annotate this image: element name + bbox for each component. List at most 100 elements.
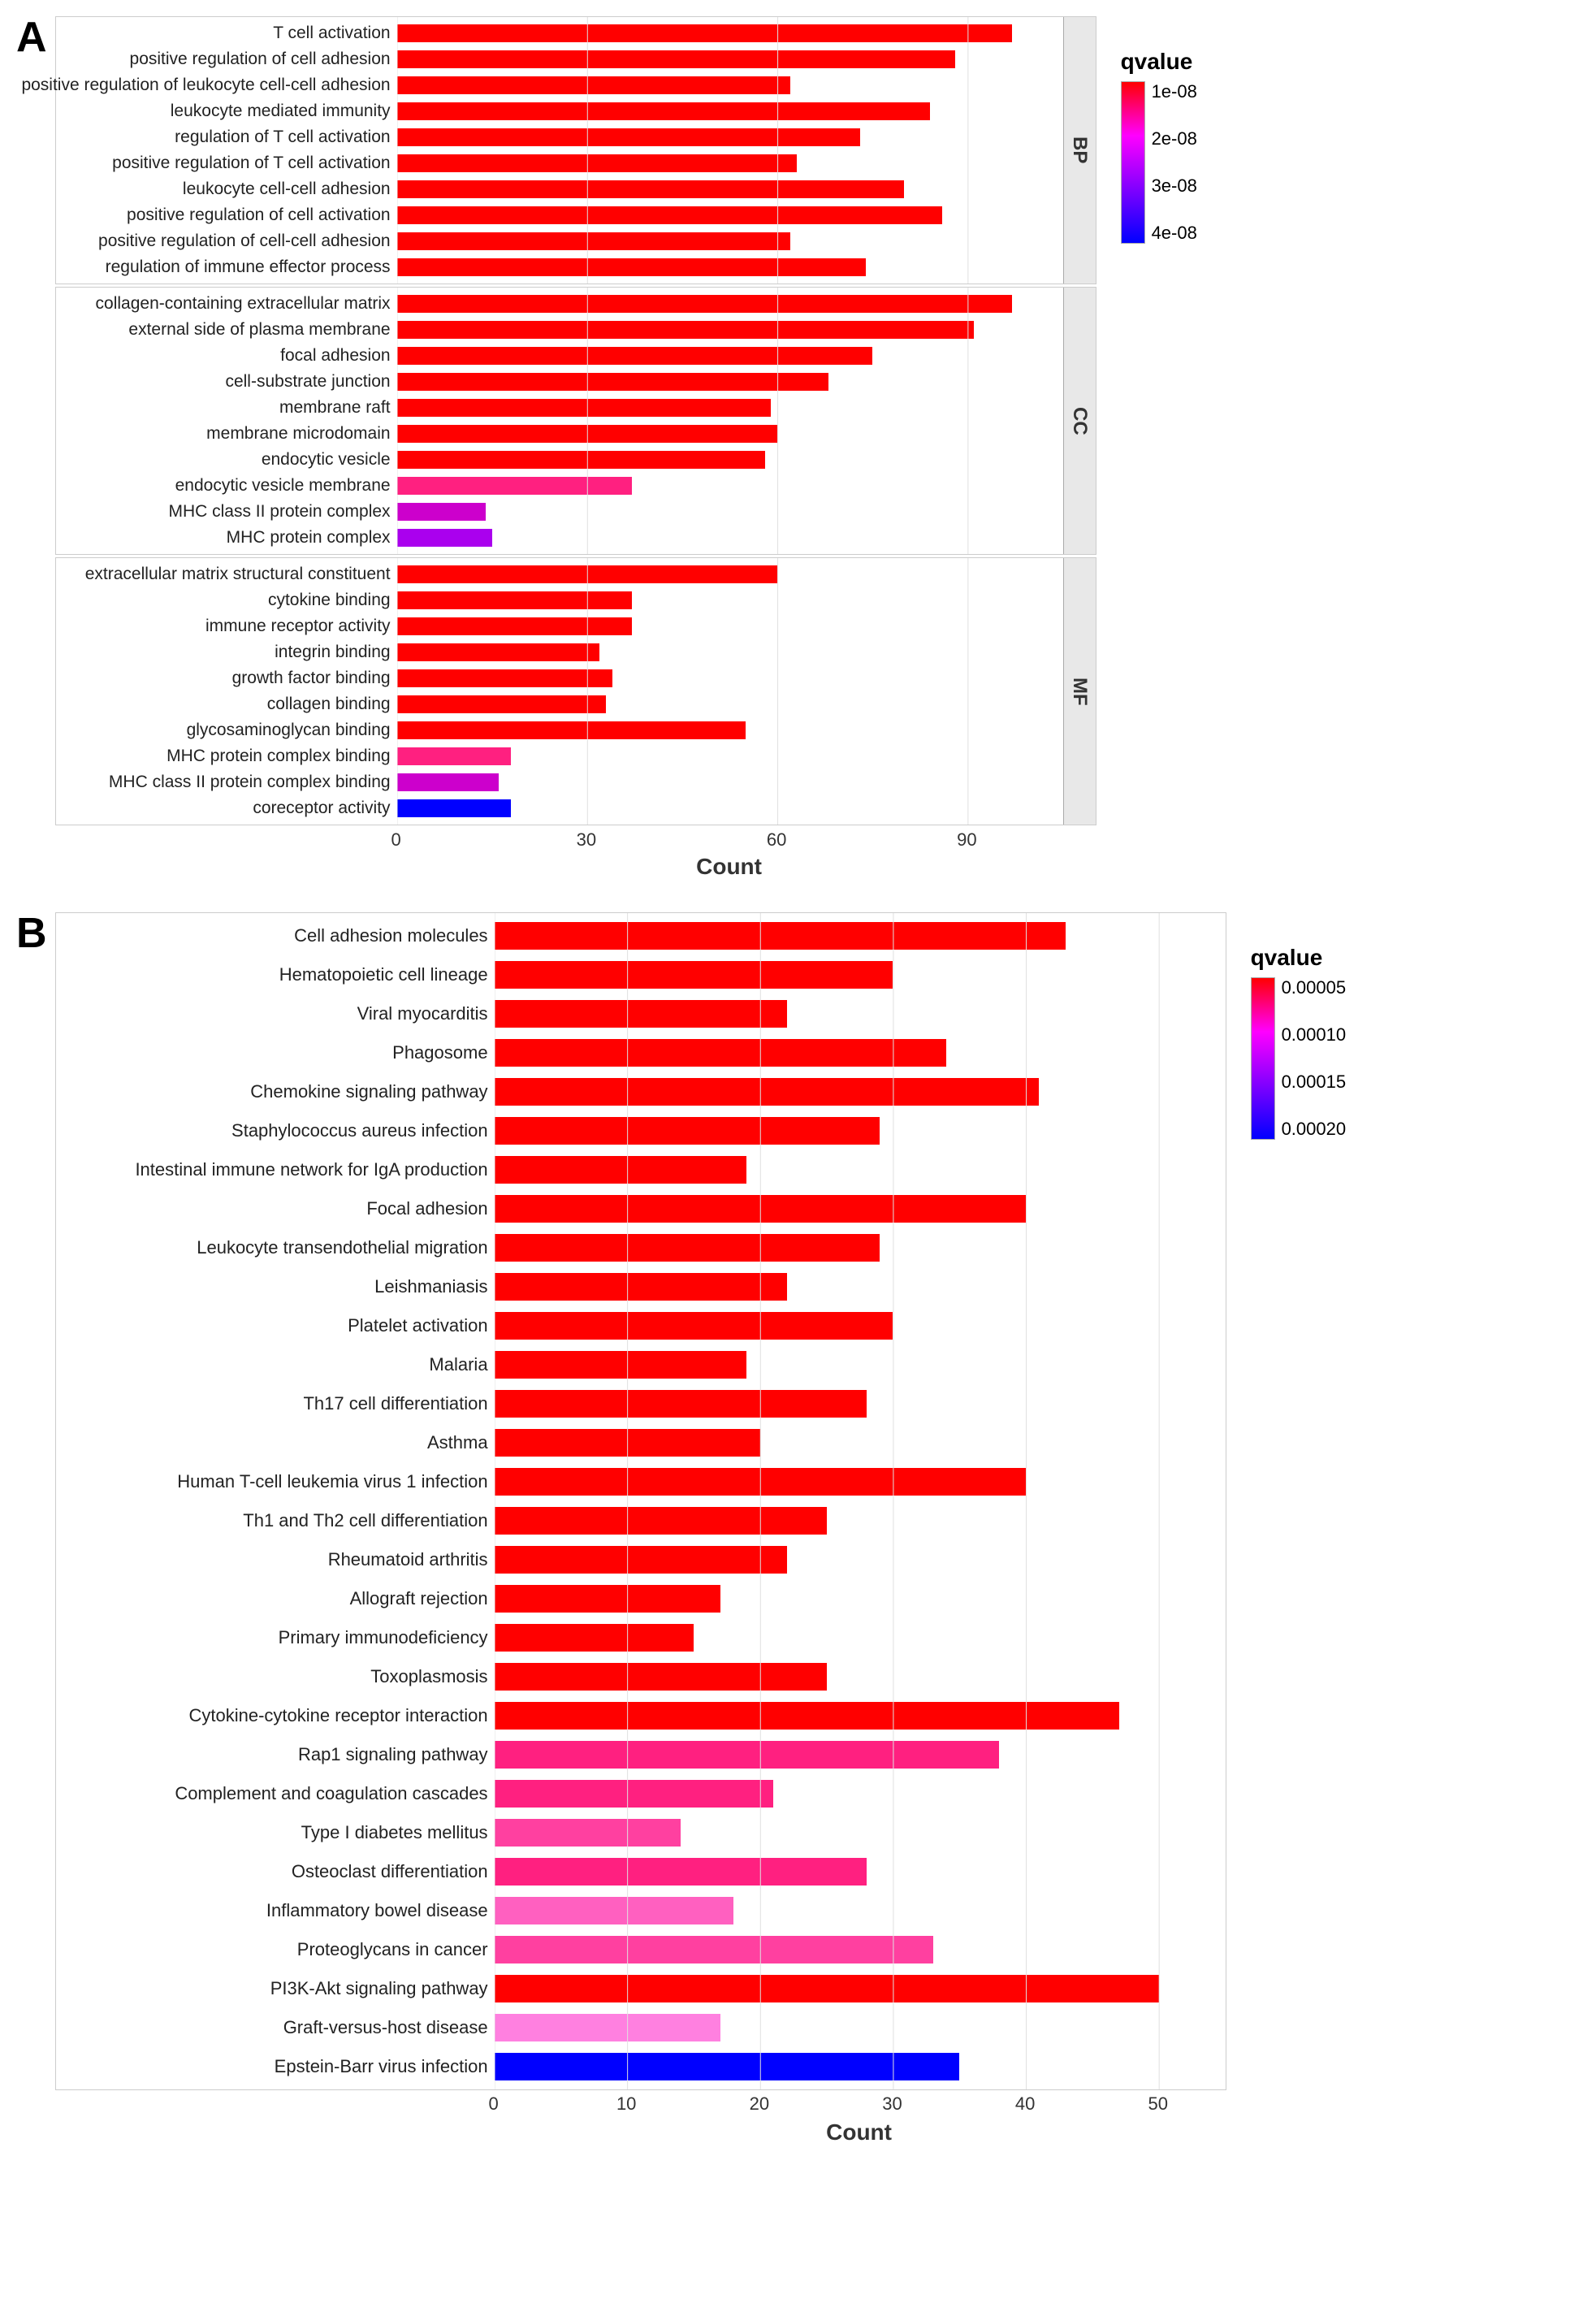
bar-row bbox=[495, 1813, 1226, 1852]
x-tick-label: 30 bbox=[577, 829, 596, 851]
bar bbox=[495, 2053, 960, 2080]
panel-b-legend-label-1: 0.00010 bbox=[1282, 1024, 1347, 1046]
y-label: Focal adhesion bbox=[366, 1189, 487, 1228]
bar bbox=[495, 1273, 787, 1301]
panel-a-chart-area: T cell activationpositive regulation of … bbox=[55, 16, 1580, 880]
bar bbox=[495, 1039, 946, 1067]
panel-a-legend-title: qvalue bbox=[1121, 49, 1193, 75]
bar bbox=[495, 1546, 787, 1574]
bar-row bbox=[397, 795, 1063, 821]
bar bbox=[397, 206, 943, 224]
panel-a-x-axis: 0306090Count bbox=[396, 828, 1062, 880]
bar bbox=[495, 1195, 1027, 1223]
bar bbox=[397, 477, 632, 495]
bar bbox=[397, 747, 512, 765]
bar bbox=[397, 50, 955, 68]
bar-row bbox=[397, 473, 1063, 499]
bar-row bbox=[397, 176, 1063, 202]
panel-a-legend-label-3: 4e-08 bbox=[1152, 223, 1197, 244]
y-label: Leukocyte transendothelial migration bbox=[197, 1228, 487, 1267]
y-labels-CC: collagen-containing extracellular matrix… bbox=[56, 288, 397, 554]
y-label: Osteoclast differentiation bbox=[292, 1852, 488, 1891]
bar-row bbox=[397, 691, 1063, 717]
panel-b-legend-label-2: 0.00015 bbox=[1282, 1072, 1347, 1093]
group-label-BP: BP bbox=[1063, 17, 1096, 284]
group-CC: collagen-containing extracellular matrix… bbox=[55, 287, 1096, 555]
panel-b-label: B bbox=[16, 912, 47, 955]
bar bbox=[495, 1117, 880, 1145]
bar bbox=[495, 1507, 827, 1535]
bar-row bbox=[495, 1618, 1226, 1657]
bar-row bbox=[495, 994, 1226, 1033]
y-label: Type I diabetes mellitus bbox=[301, 1813, 488, 1852]
bar-row bbox=[397, 202, 1063, 228]
bar-row bbox=[495, 1735, 1226, 1774]
bar-row bbox=[397, 343, 1063, 369]
y-label: collagen binding bbox=[267, 691, 391, 717]
bar-row bbox=[397, 228, 1063, 254]
bar-row bbox=[397, 639, 1063, 665]
y-label: extracellular matrix structural constitu… bbox=[85, 561, 391, 587]
y-label: MHC class II protein complex bbox=[168, 499, 390, 525]
bar-row bbox=[495, 1189, 1226, 1228]
group-label-MF: MF bbox=[1063, 558, 1096, 825]
y-label: integrin binding bbox=[275, 639, 390, 665]
bar-row bbox=[495, 1384, 1226, 1423]
bar bbox=[397, 102, 930, 120]
y-label: Complement and coagulation cascades bbox=[175, 1774, 487, 1813]
bar-row bbox=[495, 1306, 1226, 1345]
panel-b: B Cell adhesion moleculesHematopoietic c… bbox=[16, 912, 1580, 2145]
group-BP: T cell activationpositive regulation of … bbox=[55, 16, 1096, 284]
bar-row bbox=[397, 20, 1063, 46]
y-label: MHC protein complex bbox=[227, 525, 391, 551]
y-label: Human T-cell leukemia virus 1 infection bbox=[177, 1462, 487, 1501]
y-label: Cytokine-cytokine receptor interaction bbox=[189, 1696, 488, 1735]
panel-b-x-title: Count bbox=[494, 2119, 1225, 2145]
y-label: Th1 and Th2 cell differentiation bbox=[243, 1501, 487, 1540]
bar-row bbox=[495, 1774, 1226, 1813]
panel-b-group: Cell adhesion moleculesHematopoietic cel… bbox=[55, 912, 1226, 2090]
bar bbox=[397, 347, 873, 365]
bar-row bbox=[397, 98, 1063, 124]
y-label: T cell activation bbox=[273, 20, 390, 46]
bar bbox=[397, 695, 607, 713]
y-labels-BP: T cell activationpositive regulation of … bbox=[56, 17, 397, 284]
y-label: Intestinal immune network for IgA produc… bbox=[135, 1150, 487, 1189]
x-tick-label: 10 bbox=[616, 2093, 636, 2115]
bar bbox=[397, 24, 1013, 42]
y-label: positive regulation of cell adhesion bbox=[130, 46, 391, 72]
bar-row bbox=[397, 124, 1063, 150]
x-tick-label: 60 bbox=[767, 829, 786, 851]
bar-row bbox=[495, 2047, 1226, 2086]
bar-row bbox=[397, 717, 1063, 743]
panel-a-legend-labels: 1e-08 2e-08 3e-08 4e-08 bbox=[1152, 81, 1197, 244]
y-label: MHC class II protein complex binding bbox=[109, 769, 391, 795]
panel-a-x-ticks: 0306090 bbox=[396, 828, 1062, 851]
panel-a-legend-gradient bbox=[1121, 81, 1145, 244]
y-label: Hematopoietic cell lineage bbox=[279, 955, 488, 994]
bar-row bbox=[397, 561, 1063, 587]
y-label: Rap1 signaling pathway bbox=[298, 1735, 488, 1774]
bar bbox=[495, 1078, 1040, 1106]
bar bbox=[495, 1858, 867, 1886]
bar-row bbox=[495, 1579, 1226, 1618]
bar bbox=[397, 425, 778, 443]
bar bbox=[397, 128, 860, 146]
bar bbox=[397, 643, 600, 661]
group-label-CC: CC bbox=[1063, 288, 1096, 554]
y-label: external side of plasma membrane bbox=[128, 317, 390, 343]
bar bbox=[495, 1624, 694, 1652]
bar bbox=[397, 721, 746, 739]
panel-a: A T cell activationpositive regulation o… bbox=[16, 16, 1580, 880]
panel-b-legend-title: qvalue bbox=[1251, 945, 1323, 971]
panel-a-legend-label-1: 2e-08 bbox=[1152, 128, 1197, 149]
y-label: endocytic vesicle bbox=[262, 447, 391, 473]
bar bbox=[397, 617, 632, 635]
bar-row bbox=[397, 743, 1063, 769]
y-label: positive regulation of cell activation bbox=[127, 202, 391, 228]
bars-BP bbox=[397, 17, 1063, 284]
y-label: Cell adhesion molecules bbox=[294, 916, 487, 955]
x-tick-label: 90 bbox=[957, 829, 976, 851]
figure-container: A T cell activationpositive regulation o… bbox=[16, 16, 1580, 2145]
y-label: Phagosome bbox=[392, 1033, 487, 1072]
